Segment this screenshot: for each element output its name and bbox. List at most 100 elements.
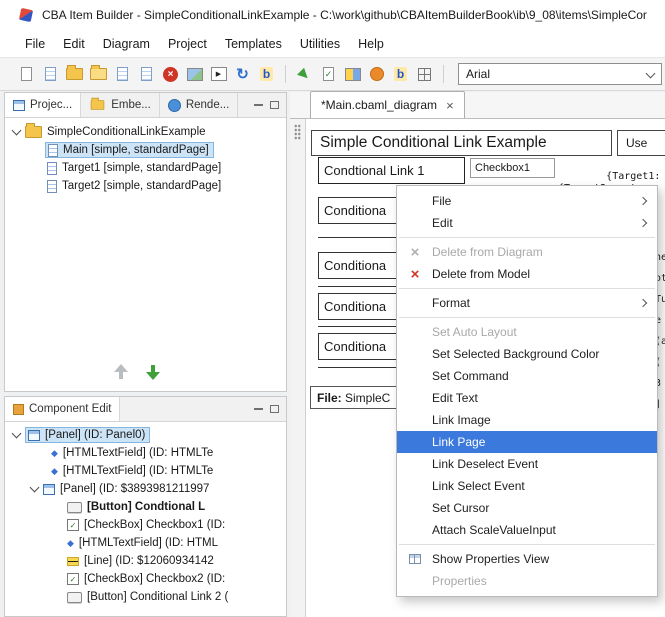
app-window: CBA Item Builder - SimpleConditionalLink… <box>0 0 665 617</box>
tree-row-main[interactable]: Main [simple, standardPage] <box>5 141 286 159</box>
context-item-file[interactable]: File <box>397 190 657 212</box>
menu-project[interactable]: Project <box>159 34 216 54</box>
toolbar-separator <box>443 65 444 83</box>
page-target2-label: Target2 [simple, standardPage] <box>62 180 221 192</box>
toolbar: × ▶ ↻ b ▶ ✓ b Arial <box>0 57 665 91</box>
menu-help[interactable]: Help <box>349 34 393 54</box>
diagram-button-conditional-link-1[interactable]: Condtional Link 1 <box>318 157 465 184</box>
diagram-title-box[interactable]: Simple Conditional Link Example <box>311 130 612 156</box>
font-select[interactable]: Arial <box>458 63 662 85</box>
menu-diagram[interactable]: Diagram <box>94 34 159 54</box>
diagram-checkbox1[interactable]: Checkbox1 <box>470 158 555 178</box>
context-item-edit[interactable]: Edit <box>397 212 657 234</box>
project-explorer-panel: Projec... Embe... Rende... SimpleConditi… <box>4 92 287 392</box>
expander-icon[interactable] <box>12 126 22 136</box>
context-item-edit-text[interactable]: Edit Text <box>397 387 657 409</box>
page-icon <box>48 144 58 157</box>
submenu-arrow-icon <box>639 197 647 205</box>
expander-icon[interactable] <box>12 429 22 439</box>
component-tree: [Panel] (ID: Panel0) ◆ [HTMLTextField] (… <box>5 422 286 606</box>
delete-red-icon: × <box>411 267 420 282</box>
context-item-format[interactable]: Format <box>397 292 657 314</box>
project-panel-tabs: Projec... Embe... Rende... <box>5 93 286 118</box>
menu-separator <box>399 544 655 545</box>
context-item-delete-from-diagram: × Delete from Diagram <box>397 241 657 263</box>
toolbar-separator <box>285 65 286 83</box>
tree-row-target2[interactable]: Target2 [simple, standardPage] <box>5 177 286 195</box>
component-row-checkbox2[interactable]: ✓ [CheckBox] Checkbox2 (ID: <box>5 570 286 588</box>
minimize-panel-icon[interactable] <box>254 408 263 411</box>
context-item-show-properties-view[interactable]: Show Properties View <box>397 548 657 570</box>
context-item-attach-scalevalueinput[interactable]: Attach ScaleValueInput <box>397 519 657 541</box>
minimize-panel-icon[interactable] <box>254 104 263 107</box>
tree-row-target1[interactable]: Target1 [simple, standardPage] <box>5 159 286 177</box>
browser-icon[interactable]: b <box>256 64 277 85</box>
menu-utilities[interactable]: Utilities <box>291 34 349 54</box>
save-folder-icon[interactable] <box>88 64 109 85</box>
grid-icon[interactable] <box>414 64 435 85</box>
close-tab-icon[interactable]: × <box>446 99 454 112</box>
image-icon[interactable] <box>184 64 205 85</box>
diagram-header-fragment-box[interactable]: Use <box>617 130 665 156</box>
tab-component-edit[interactable]: Component Edit <box>5 397 120 421</box>
record-icon[interactable] <box>366 64 387 85</box>
component-row-htmltextfield[interactable]: ◆ [HTMLTextField] (ID: HTMLTe <box>5 444 286 462</box>
menu-edit[interactable]: Edit <box>54 34 94 54</box>
project-root-label: SimpleConditionalLinkExample <box>47 126 206 138</box>
component-row-panel0[interactable]: [Panel] (ID: Panel0) <box>5 426 286 444</box>
menu-file[interactable]: File <box>16 34 54 54</box>
context-item-set-command[interactable]: Set Command <box>397 365 657 387</box>
palette-handle[interactable] <box>290 119 306 617</box>
move-down-icon[interactable] <box>143 362 163 382</box>
delete-item-icon[interactable]: × <box>160 64 181 85</box>
refresh-icon[interactable]: ↻ <box>232 64 253 85</box>
context-item-link-image[interactable]: Link Image <box>397 409 657 431</box>
component-row-inner-panel[interactable]: [Panel] (ID: $3893981211997 <box>5 480 286 498</box>
duplicate-item-icon[interactable] <box>40 64 61 85</box>
context-item-set-selected-background-color[interactable]: Set Selected Background Color <box>397 343 657 365</box>
chevron-down-icon <box>646 69 656 79</box>
move-up-icon[interactable] <box>111 362 131 382</box>
validate-icon[interactable]: ✓ <box>318 64 339 85</box>
import-item-icon[interactable] <box>136 64 157 85</box>
maximize-panel-icon[interactable] <box>270 405 279 413</box>
title-bar: CBA Item Builder - SimpleConditionalLink… <box>0 0 665 30</box>
component-row-line[interactable]: [Line] (ID: $12060934142 <box>5 552 286 570</box>
export-item-icon[interactable] <box>112 64 133 85</box>
tab-embedded[interactable]: Embe... <box>81 93 160 117</box>
context-item-link-deselect-event[interactable]: Link Deselect Event <box>397 453 657 475</box>
expander-icon[interactable] <box>30 483 40 493</box>
component-row-htmltextfield[interactable]: ◆ [HTMLTextField] (ID: HTMLTe <box>5 462 286 480</box>
menu-separator <box>399 317 655 318</box>
browser-b-icon[interactable]: b <box>390 64 411 85</box>
component-row-button2[interactable]: [Button] Conditional Link 2 ( <box>5 588 286 606</box>
open-folder-icon[interactable] <box>64 64 85 85</box>
menu-separator <box>399 237 655 238</box>
menu-bar: File Edit Diagram Project Templates Util… <box>0 30 665 57</box>
page-icon <box>47 180 57 193</box>
preview-icon[interactable]: ▶ <box>208 64 229 85</box>
maximize-panel-icon[interactable] <box>270 101 279 109</box>
new-item-icon[interactable] <box>16 64 37 85</box>
run-icon[interactable]: ▶ <box>294 64 315 85</box>
tab-main-diagram[interactable]: *Main.cbaml_diagram × <box>310 91 465 118</box>
context-item-set-cursor[interactable]: Set Cursor <box>397 497 657 519</box>
resources-icon[interactable] <box>342 64 363 85</box>
context-item-link-select-event[interactable]: Link Select Event <box>397 475 657 497</box>
properties-view-icon <box>409 554 421 564</box>
project-folder-icon <box>25 126 42 138</box>
tab-project-explorer[interactable]: Projec... <box>5 93 81 117</box>
context-item-link-page[interactable]: Link Page <box>397 431 657 453</box>
page-order-controls <box>111 362 163 382</box>
component-row-button1[interactable]: [Button] Condtional L <box>5 498 286 516</box>
component-row-htmltextfield[interactable]: ◆ [HTMLTextField] (ID: HTML <box>5 534 286 552</box>
component-row-checkbox1[interactable]: ✓ [CheckBox] Checkbox1 (ID: <box>5 516 286 534</box>
tab-renderer[interactable]: Rende... <box>160 93 238 117</box>
renderer-view-icon <box>168 99 181 112</box>
tree-root-row[interactable]: SimpleConditionalLinkExample <box>5 123 286 141</box>
context-item-delete-from-model[interactable]: × Delete from Model <box>397 263 657 285</box>
page-main-label: Main [simple, standardPage] <box>63 144 209 156</box>
panel-component-icon <box>43 484 55 495</box>
menu-templates[interactable]: Templates <box>216 34 291 54</box>
drag-dots-icon <box>294 124 301 140</box>
